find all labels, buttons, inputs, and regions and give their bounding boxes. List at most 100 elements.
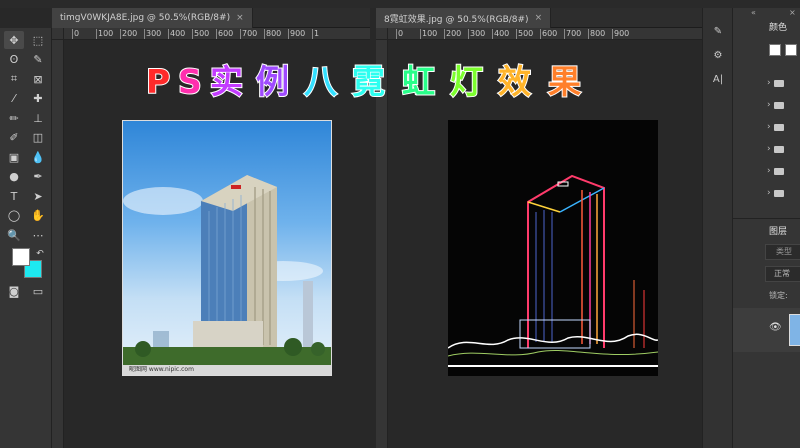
chevron-right-icon[interactable]: › bbox=[767, 144, 771, 154]
neon-effect-building-photo[interactable] bbox=[448, 120, 658, 376]
title-char: S bbox=[177, 61, 203, 102]
ruler-tick: 0 bbox=[395, 29, 404, 39]
gradient-icon[interactable]: ▣ bbox=[4, 148, 24, 166]
path-select-icon[interactable]: ➤ bbox=[28, 187, 48, 205]
swatch-folder-row[interactable]: › bbox=[767, 118, 800, 136]
swatch-white[interactable] bbox=[769, 44, 781, 56]
horizontal-ruler[interactable]: 0 100 200 300 400 500 600 700 800 900 1 bbox=[64, 28, 370, 40]
collapse-panels-icon[interactable]: « bbox=[751, 8, 756, 17]
layer-row[interactable]: 👁 bbox=[733, 308, 800, 352]
hand-icon[interactable]: ✋ bbox=[28, 207, 48, 225]
panel-divider bbox=[733, 218, 800, 219]
vertical-ruler[interactable] bbox=[52, 40, 64, 448]
collapsed-panels: ✎ ⚙ A| bbox=[703, 8, 733, 448]
photo-watermark: 昵图网 www.nipic.com bbox=[129, 366, 194, 373]
doc-tab-neon[interactable]: 8霓虹效果.jpg @ 50.5%(RGB/8#) × bbox=[376, 8, 552, 28]
right-panel-dock: ✎ ⚙ A| 颜色 « × › › › › › › 图层 类型 正常 锁定: 👁 bbox=[702, 8, 800, 448]
canvas-area[interactable] bbox=[388, 40, 702, 448]
move-icon[interactable]: ✥ bbox=[4, 31, 24, 49]
title-char: 霓 bbox=[351, 61, 386, 102]
eraser-icon[interactable]: ◫ bbox=[28, 129, 48, 147]
chevron-right-icon[interactable]: › bbox=[767, 188, 771, 198]
ruler-tick: 800 bbox=[587, 29, 606, 39]
layers-panel-tab[interactable]: 图层 bbox=[769, 224, 787, 237]
swatch-folder-row[interactable]: › bbox=[767, 96, 800, 114]
blend-mode-select[interactable]: 正常 bbox=[765, 266, 800, 282]
swatch-folder-row[interactable]: › bbox=[767, 162, 800, 180]
eye-icon[interactable]: 👁 bbox=[769, 322, 782, 333]
folder-icon bbox=[773, 79, 784, 87]
doc-tab-label: timgV0WKJA8E.jpg @ 50.5%(RGB/8#) bbox=[60, 13, 231, 23]
chevron-right-icon[interactable]: › bbox=[767, 122, 771, 132]
zoom-icon[interactable]: 🔍 bbox=[4, 226, 24, 244]
ruler-tick: 500 bbox=[191, 29, 210, 39]
top-strip bbox=[0, 0, 800, 8]
ruler-tick: 400 bbox=[167, 29, 186, 39]
swatch-folder-row[interactable]: › bbox=[767, 184, 800, 202]
title-char: 果 bbox=[547, 61, 582, 102]
color-panel-tab[interactable]: 颜色 bbox=[769, 20, 787, 33]
screen-mode-icon[interactable]: ▭ bbox=[28, 282, 48, 300]
history-brush-icon[interactable]: ✐ bbox=[4, 129, 24, 147]
ruler-tick: 900 bbox=[287, 29, 306, 39]
ruler-tick: 0 bbox=[71, 29, 80, 39]
chevron-right-icon[interactable]: › bbox=[767, 78, 771, 88]
crop-icon[interactable]: ⌗ bbox=[4, 70, 24, 88]
marquee-icon[interactable]: ⬚ bbox=[28, 31, 48, 49]
folder-icon bbox=[773, 101, 784, 109]
lasso-icon[interactable]: ʘ bbox=[4, 51, 24, 69]
brush-settings-icon[interactable]: ✎ bbox=[708, 22, 728, 40]
character-icon[interactable]: A| bbox=[708, 70, 728, 88]
stamp-icon[interactable]: ⊥ bbox=[28, 109, 48, 127]
title-char: 效 bbox=[497, 61, 532, 102]
pen-icon[interactable]: ✒ bbox=[28, 168, 48, 186]
doc-tab-original[interactable]: timgV0WKJA8E.jpg @ 50.5%(RGB/8#) × bbox=[52, 8, 253, 28]
title-char: 例 bbox=[255, 61, 290, 102]
folder-icon bbox=[773, 145, 784, 153]
chevron-right-icon[interactable]: › bbox=[767, 100, 771, 110]
adjust-icon[interactable]: ⚙ bbox=[708, 46, 728, 64]
title-char: 八 bbox=[303, 61, 338, 102]
frame-icon[interactable]: ⊠ bbox=[28, 70, 48, 88]
folder-icon bbox=[773, 167, 784, 175]
ellipse-icon[interactable]: ◯ bbox=[4, 207, 24, 225]
ruler-tick: 300 bbox=[467, 29, 486, 39]
ruler-tick: 600 bbox=[539, 29, 558, 39]
dodge-icon[interactable]: ● bbox=[4, 168, 24, 186]
foreground-color-swatch[interactable] bbox=[12, 248, 30, 266]
layer-thumbnail[interactable] bbox=[789, 314, 800, 346]
original-building-photo[interactable]: 昵图网 www.nipic.com bbox=[122, 120, 332, 376]
ruler-tick: 800 bbox=[263, 29, 282, 39]
swap-colors-icon[interactable]: ↶ bbox=[30, 245, 50, 263]
close-tab-icon[interactable]: × bbox=[535, 13, 543, 23]
ruler-tick: 700 bbox=[239, 29, 258, 39]
chevron-right-icon[interactable]: › bbox=[767, 166, 771, 176]
swatch-folder-row[interactable]: › bbox=[767, 74, 800, 92]
ruler-tick: 100 bbox=[95, 29, 114, 39]
title-char: 虹 bbox=[401, 61, 436, 102]
type-icon[interactable]: T bbox=[4, 187, 24, 205]
ruler-tick: 700 bbox=[563, 29, 582, 39]
blur-icon[interactable]: 💧 bbox=[28, 148, 48, 166]
quick-select-icon[interactable]: ✎ bbox=[28, 51, 48, 69]
ruler-tick: 200 bbox=[119, 29, 138, 39]
quick-mask-icon[interactable]: ◙ bbox=[4, 282, 24, 300]
swatch-folder-row[interactable]: › bbox=[767, 140, 800, 158]
ruler-origin[interactable] bbox=[376, 28, 388, 40]
ruler-origin[interactable] bbox=[52, 28, 64, 40]
close-panels-icon[interactable]: × bbox=[789, 8, 796, 17]
ruler-tick: 200 bbox=[443, 29, 462, 39]
ruler-tick: 500 bbox=[515, 29, 534, 39]
ruler-tick: 1 bbox=[311, 29, 320, 39]
brush-icon[interactable]: ✏ bbox=[4, 109, 24, 127]
title-char: 灯 bbox=[449, 61, 484, 102]
layer-filter-input[interactable]: 类型 bbox=[765, 244, 800, 260]
ruler-tick: 300 bbox=[143, 29, 162, 39]
eyedropper-icon[interactable]: ⁄ bbox=[4, 90, 24, 108]
more-icon[interactable]: ⋯ bbox=[28, 226, 48, 244]
tools-panel: ✥ ⬚ ʘ ✎ ⌗ ⊠ ⁄ ✚ ✏ ⊥ ✐ ◫ ▣ 💧 ● ✒ T ➤ ◯ ✋ 🔍 ⋯ bbox=[0, 28, 52, 448]
close-tab-icon[interactable]: × bbox=[236, 13, 244, 23]
swatch-white-2[interactable] bbox=[785, 44, 797, 56]
horizontal-ruler[interactable]: 0 100 200 300 400 500 600 700 800 900 bbox=[388, 28, 702, 40]
healing-icon[interactable]: ✚ bbox=[28, 90, 48, 108]
